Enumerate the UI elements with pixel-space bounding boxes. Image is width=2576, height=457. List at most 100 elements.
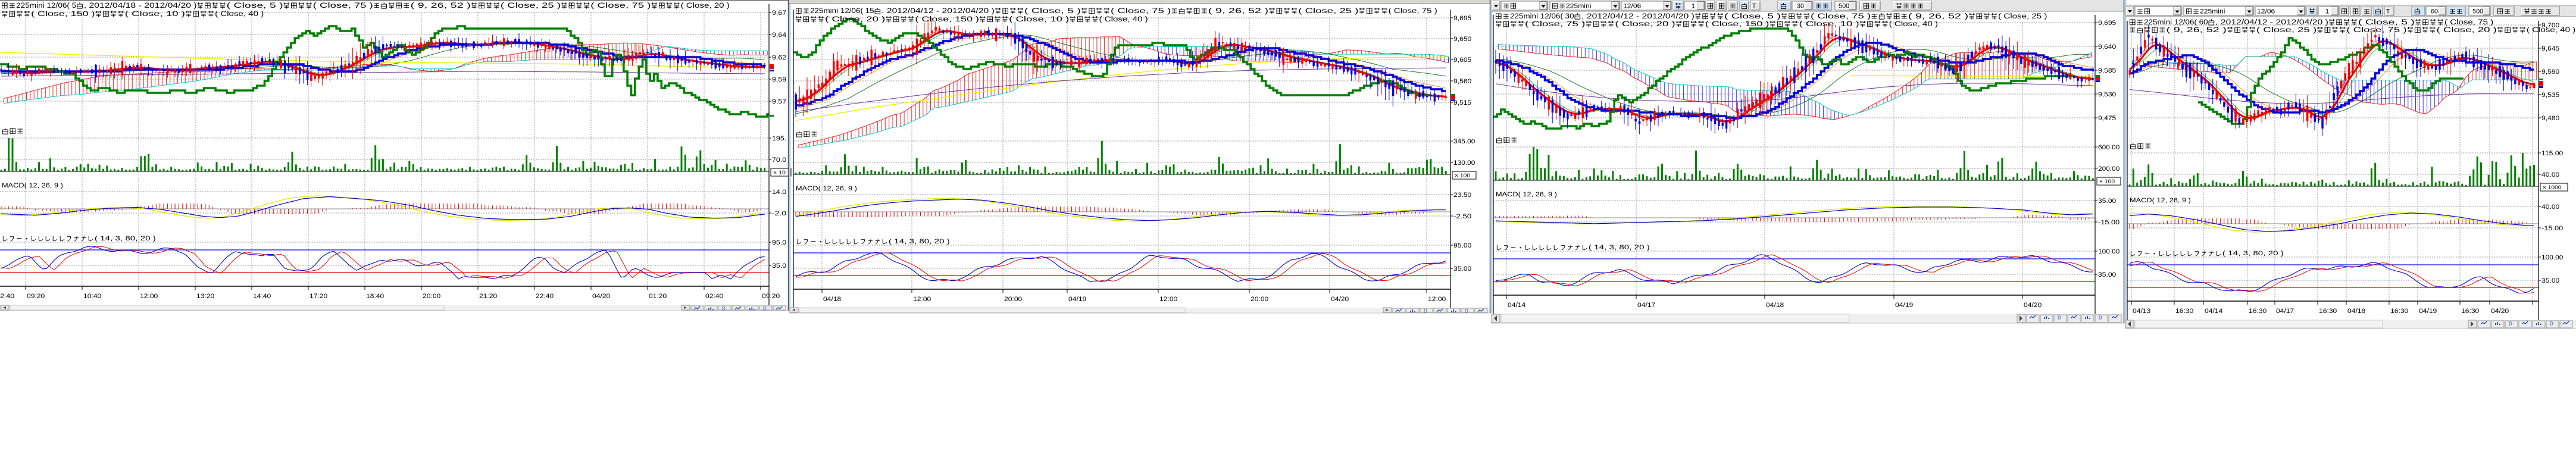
svg-text:16:30: 16:30	[2249, 308, 2266, 315]
svg-text:9,535: 9,535	[2541, 92, 2559, 99]
svg-text:12/06: 12/06	[1623, 3, 1641, 10]
svg-text:9,475: 9,475	[2098, 115, 2116, 122]
svg-text:( Close, 10 ): ( Close, 10 )	[1799, 21, 1859, 28]
svg-text:MACD( 12, 26, 9 ): MACD( 12, 26, 9 )	[2130, 197, 2191, 204]
svg-text:D: D	[2099, 315, 2102, 321]
svg-text:× 100: × 100	[2099, 179, 2115, 185]
svg-text:35.00: 35.00	[2098, 271, 2116, 278]
svg-text:9,480: 9,480	[2541, 115, 2559, 122]
svg-text:12:00: 12:00	[1428, 296, 1446, 303]
svg-text:22:40: 22:40	[536, 293, 554, 300]
svg-text:( Close, 150 ): ( Close, 150 )	[1705, 21, 1770, 28]
svg-text:9,645: 9,645	[2541, 45, 2559, 52]
svg-text:225mini 12/06( 60: 225mini 12/06( 60	[2144, 19, 2208, 26]
svg-text:09:20: 09:20	[762, 293, 780, 300]
svg-text:( Close, 20 ): ( Close, 20 )	[2437, 27, 2497, 34]
svg-text:( Close, 40 ): ( Close, 40 )	[215, 11, 264, 18]
svg-text:195.: 195.	[772, 135, 786, 142]
svg-text:9,560: 9,560	[1453, 78, 1471, 85]
svg-text:-2.0: -2.0	[772, 210, 786, 217]
svg-text:( 9, 26, 52 ): ( 9, 26, 52 )	[1908, 13, 1968, 20]
svg-text:23.50: 23.50	[1453, 192, 1471, 199]
svg-text:( Close, 75 ): ( Close, 75 )	[2444, 19, 2493, 26]
svg-text:MACD( 12, 26, 9 ): MACD( 12, 26, 9 )	[796, 185, 857, 192]
svg-text:( Close, 25 ): ( Close, 25 )	[1998, 13, 2047, 20]
svg-text:115.00: 115.00	[2541, 150, 2563, 157]
svg-text:20:00: 20:00	[1004, 296, 1022, 303]
svg-text:35.00: 35.00	[1453, 265, 1471, 273]
svg-text:( Close, 75 ): ( Close, 75 )	[590, 2, 651, 10]
svg-text:345.00: 345.00	[1453, 138, 1475, 145]
svg-text:( Close, 25 ): ( Close, 25 )	[2256, 27, 2316, 34]
svg-text:40.00: 40.00	[2541, 204, 2559, 211]
svg-text:12/06: 12/06	[2257, 8, 2275, 15]
svg-text:( Close, 150 ): ( Close, 150 )	[31, 11, 95, 18]
svg-text:04/14: 04/14	[1508, 302, 1525, 309]
svg-text:35.0: 35.0	[772, 262, 786, 270]
svg-text:21:20: 21:20	[479, 293, 497, 300]
svg-text:04/20: 04/20	[1331, 296, 1349, 303]
svg-text:( Close, 75 ): ( Close, 75 )	[313, 2, 373, 10]
svg-text:20:00: 20:00	[423, 293, 440, 300]
svg-text:9,650: 9,650	[1453, 36, 1471, 43]
svg-text:100.00: 100.00	[2098, 248, 2119, 255]
svg-text:16:30: 16:30	[2319, 308, 2337, 315]
svg-text:9,640: 9,640	[2098, 43, 2116, 51]
svg-text:500: 500	[1839, 3, 1849, 10]
svg-text:200.00: 200.00	[2098, 165, 2119, 173]
svg-text:10:40: 10:40	[83, 293, 101, 300]
svg-text:, 2012/04/12 - 2012/04/20 ): , 2012/04/12 - 2012/04/20 )	[881, 8, 995, 15]
svg-text:225mini 12/06( 5: 225mini 12/06( 5	[16, 2, 76, 10]
svg-text:04/17: 04/17	[2276, 308, 2294, 315]
svg-text:40.00: 40.00	[2541, 171, 2559, 179]
svg-text:04/18: 04/18	[2347, 308, 2365, 315]
svg-text:12:00: 12:00	[1159, 296, 1177, 303]
svg-text:16:30: 16:30	[2461, 308, 2479, 315]
svg-text:04/19: 04/19	[2419, 308, 2437, 315]
svg-text:( Close, 5 ): ( Close, 5 )	[1724, 13, 1781, 20]
svg-text:, 2012/04/12 - 2012/04/20 ): , 2012/04/12 - 2012/04/20 )	[1581, 13, 1695, 20]
svg-text:MACD( 12, 26, 9 ): MACD( 12, 26, 9 )	[2, 182, 63, 189]
svg-text:9,530: 9,530	[2098, 91, 2116, 98]
svg-text:( 9, 26, 52 ): ( 9, 26, 52 )	[2167, 27, 2227, 34]
svg-text:95.0: 95.0	[772, 239, 786, 246]
svg-text:12:00: 12:00	[913, 296, 931, 303]
svg-text:17:20: 17:20	[310, 293, 327, 300]
svg-text:01:20: 01:20	[649, 293, 667, 300]
svg-text:9,695: 9,695	[2098, 20, 2116, 27]
svg-text:9,585: 9,585	[2098, 67, 2116, 74]
svg-text:1: 1	[2325, 8, 2329, 15]
svg-text:D: D	[2058, 315, 2061, 321]
svg-text:04/18: 04/18	[1766, 302, 1784, 309]
svg-text:225mini: 225mini	[1566, 3, 1591, 10]
svg-text:× 1000: × 1000	[2543, 184, 2561, 191]
svg-text:225mini 12/06( 15: 225mini 12/06( 15	[810, 8, 874, 15]
svg-text:14.0: 14.0	[772, 189, 786, 196]
svg-text:04/13: 04/13	[2133, 308, 2150, 315]
svg-text:MACD( 12, 26, 9 ): MACD( 12, 26, 9 )	[1496, 191, 1557, 198]
svg-text:04/19: 04/19	[1068, 296, 1086, 303]
svg-text:( 14, 3, 80, 20 ): ( 14, 3, 80, 20 )	[2222, 250, 2284, 257]
svg-text:( 14, 3, 80, 20 ): ( 14, 3, 80, 20 )	[95, 235, 156, 242]
svg-text:04/18: 04/18	[823, 296, 841, 303]
svg-text:70.0: 70.0	[772, 156, 786, 164]
svg-text:( Close, 40 ): ( Close, 40 )	[1889, 21, 1938, 28]
svg-text:9,590: 9,590	[2541, 68, 2559, 76]
svg-text:-15.00: -15.00	[2098, 219, 2119, 226]
svg-text:16:30: 16:30	[2175, 308, 2193, 315]
svg-text:( Close, 10 ): ( Close, 10 )	[1009, 16, 1069, 23]
svg-text:30: 30	[1797, 3, 1804, 10]
svg-text:9,695: 9,695	[1453, 15, 1471, 22]
svg-text:( Close, 40 ): ( Close, 40 )	[1099, 16, 1148, 23]
svg-text:( Close, 20 ): ( Close, 20 )	[681, 2, 730, 10]
svg-text:( Close, 75 ): ( Close, 75 )	[1811, 13, 1871, 20]
svg-text:D: D	[2550, 321, 2553, 327]
svg-text:04/20: 04/20	[2491, 308, 2509, 315]
svg-text:9,59: 9,59	[772, 76, 786, 83]
svg-text:( Close, 10 ): ( Close, 10 )	[125, 11, 185, 18]
svg-text:T: T	[2386, 8, 2390, 15]
svg-text:T: T	[1752, 3, 1756, 10]
svg-text:9,515: 9,515	[1453, 99, 1471, 107]
svg-text:( Close, 25 ): ( Close, 25 )	[1298, 8, 1358, 15]
svg-text:× 10: × 10	[773, 170, 786, 176]
